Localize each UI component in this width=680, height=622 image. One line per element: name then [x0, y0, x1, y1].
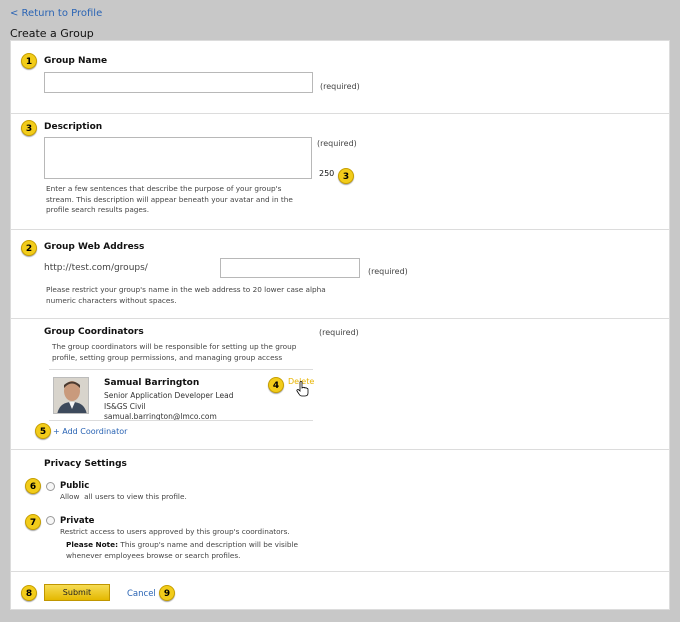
section-divider — [11, 113, 669, 114]
private-note: Please Note: This group's name and descr… — [66, 540, 298, 560]
group-name-required: (required) — [320, 82, 360, 91]
callout-badge: 3 — [21, 120, 37, 136]
callout-badge: 8 — [21, 585, 37, 601]
description-textarea[interactable] — [44, 137, 312, 179]
callout-badge: 9 — [159, 585, 175, 601]
description-label: Description — [44, 122, 103, 132]
page-title: Create a Group — [10, 27, 94, 40]
coordinators-help-text: The group coordinators will be responsib… — [52, 342, 297, 362]
create-group-form: 1 Group Name (required) 3 Description (r… — [10, 40, 670, 610]
privacy-settings-label: Privacy Settings — [44, 459, 127, 469]
web-address-help-text: Please restrict your group's name in the… — [46, 285, 326, 305]
public-option-label: Public — [60, 481, 90, 491]
section-divider — [11, 571, 669, 572]
private-option-desc: Restrict access to users approved by thi… — [60, 527, 290, 536]
cancel-link[interactable]: Cancel — [127, 589, 156, 599]
callout-badge: 2 — [21, 240, 37, 256]
callout-badge: 4 — [268, 377, 284, 393]
coordinator-avatar — [53, 377, 89, 414]
group-name-label: Group Name — [44, 56, 108, 66]
web-address-label: Group Web Address — [44, 242, 145, 252]
private-note-label: Please Note: — [66, 540, 119, 549]
avatar-photo — [54, 378, 88, 413]
coordinator-title: Senior Application Developer Lead — [104, 391, 234, 400]
add-coordinator-link[interactable]: + Add Coordinator — [53, 427, 127, 436]
callout-badge: 6 — [25, 478, 41, 494]
coordinators-label: Group Coordinators — [44, 327, 144, 337]
public-radio[interactable] — [46, 482, 55, 491]
section-divider — [11, 449, 669, 450]
callout-badge: 3 — [338, 168, 354, 184]
private-radio[interactable] — [46, 516, 55, 525]
coordinator-divider — [49, 420, 313, 421]
submit-button[interactable]: Submit — [44, 584, 110, 601]
coordinator-name: Samual Barrington — [104, 378, 200, 388]
description-help-text: Enter a few sentences that describe the … — [46, 184, 293, 214]
web-address-prefix: http://test.com/groups/ — [44, 263, 148, 273]
callout-badge: 7 — [25, 514, 41, 530]
section-divider — [11, 229, 669, 230]
private-option-label: Private — [60, 516, 95, 526]
public-option-desc: Allow all users to view this profile. — [60, 492, 187, 501]
callout-badge: 5 — [35, 423, 51, 439]
web-address-input[interactable] — [220, 258, 360, 278]
web-address-required: (required) — [368, 267, 408, 276]
coordinator-divider — [49, 369, 313, 370]
group-name-input[interactable] — [44, 72, 313, 93]
section-divider — [11, 318, 669, 319]
hand-pointer-icon — [296, 381, 309, 397]
return-to-profile-link[interactable]: < Return to Profile — [10, 8, 102, 19]
callout-badge: 1 — [21, 53, 37, 69]
coordinator-department: IS&GS Civil — [104, 402, 146, 411]
char-count: 250 — [319, 169, 335, 178]
description-required: (required) — [317, 139, 357, 148]
coordinators-required: (required) — [319, 328, 359, 337]
